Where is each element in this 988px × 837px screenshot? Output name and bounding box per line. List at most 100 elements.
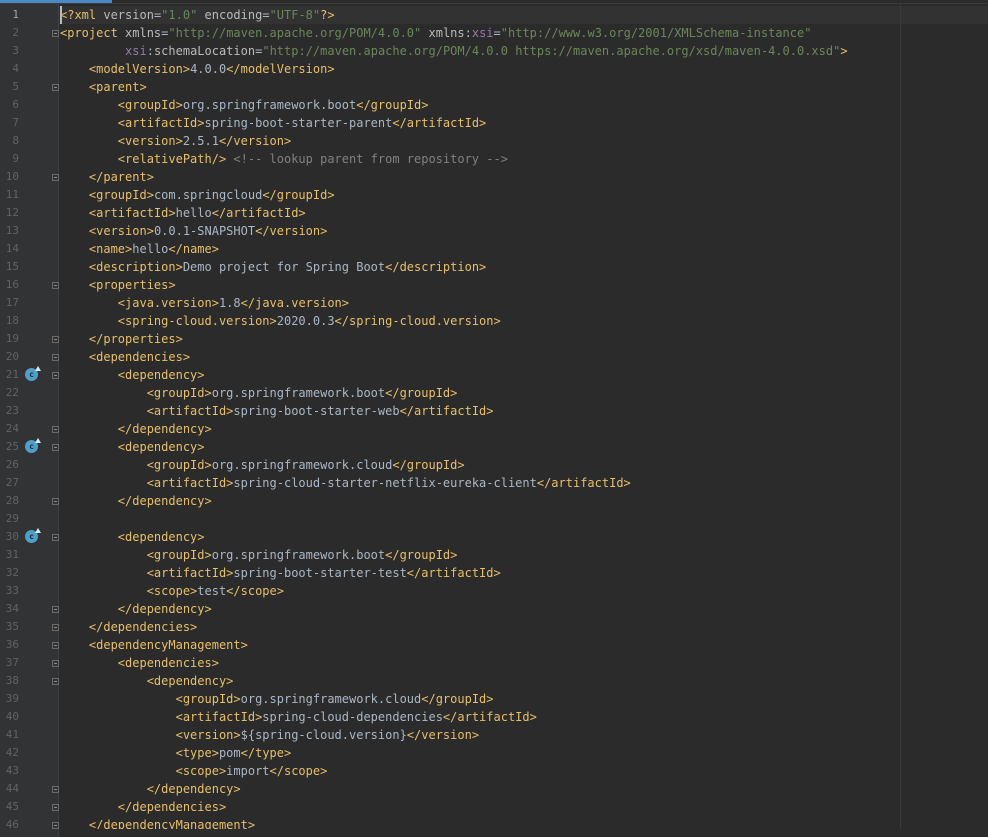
code-line[interactable]: <dependency> — [60, 366, 205, 384]
code-line[interactable]: <dependencyManagement> — [60, 636, 248, 654]
code-token-str: "http://www.w3.org/2001/XMLSchema-instan… — [500, 26, 812, 40]
line-number: 25 — [5, 440, 19, 453]
code-line[interactable]: <description>Demo project for Spring Boo… — [60, 258, 486, 276]
code-line[interactable]: <artifactId>spring-boot-starter-test</ar… — [60, 564, 501, 582]
code-line[interactable]: <artifactId>spring-cloud-starter-netflix… — [60, 474, 631, 492]
line-number: 6 — [12, 98, 19, 111]
code-line[interactable]: <relativePath/> <!-- lookup parent from … — [60, 150, 508, 168]
fold-toggle-icon[interactable] — [52, 786, 59, 793]
code-line[interactable]: <type>pom</type> — [60, 744, 292, 762]
fold-toggle-icon[interactable] — [52, 174, 59, 181]
code-line[interactable]: <?xml version="1.0" encoding="UTF-8"?> — [60, 6, 335, 24]
code-line[interactable]: </dependencies> — [60, 798, 226, 816]
fold-toggle-icon[interactable] — [52, 30, 59, 37]
line-number: 34 — [5, 602, 19, 615]
code-line[interactable]: <scope>import</scope> — [60, 762, 328, 780]
code-line[interactable]: <name>hello</name> — [60, 240, 219, 258]
code-token-tag: </dependencies> — [117, 800, 227, 814]
code-token-tag: </scope> — [269, 764, 328, 778]
code-line[interactable]: <version>2.5.1</version> — [60, 132, 291, 150]
line-number: 24 — [5, 422, 19, 435]
code-line[interactable]: <spring-cloud.version>2020.0.3</spring-c… — [60, 312, 501, 330]
fold-toggle-icon[interactable] — [52, 444, 59, 451]
code-line[interactable]: <java.version>1.8</java.version> — [60, 294, 349, 312]
code-line[interactable]: <dependency> — [60, 528, 205, 546]
code-line[interactable]: <scope>test</scope> — [60, 582, 284, 600]
fold-toggle-icon[interactable] — [52, 84, 59, 91]
code-token-tag: </version> — [218, 134, 292, 148]
code-line[interactable]: <modelVersion>4.0.0</modelVersion> — [60, 60, 335, 78]
fold-toggle-icon[interactable] — [52, 678, 59, 685]
fold-toggle-icon[interactable] — [52, 660, 59, 667]
code-token-tag: <dependencies> — [88, 350, 191, 364]
code-line[interactable]: <parent> — [60, 78, 147, 96]
maven-dependency-update-icon[interactable]: c — [25, 528, 41, 543]
maven-dependency-update-icon[interactable]: c — [25, 366, 41, 381]
code-line[interactable]: <groupId>org.springframework.boot</group… — [60, 546, 458, 564]
code-line[interactable]: <artifactId>spring-boot-starter-parent</… — [60, 114, 486, 132]
fold-toggle-icon[interactable] — [52, 354, 59, 361]
code-line[interactable]: <dependency> — [60, 672, 234, 690]
code-line[interactable]: <version>${spring-cloud.version}</versio… — [60, 726, 479, 744]
fold-toggle-icon[interactable] — [52, 624, 59, 631]
line-number: 30 — [5, 530, 19, 543]
horizontal-scrollbar[interactable] — [59, 829, 988, 837]
fold-toggle-icon[interactable] — [52, 336, 59, 343]
code-token-tag: <modelVersion> — [88, 62, 191, 76]
code-line[interactable]: <groupId>org.springframework.boot</group… — [60, 96, 429, 114]
code-line[interactable]: <dependencies> — [60, 654, 219, 672]
fold-toggle-icon[interactable] — [52, 534, 59, 541]
code-line[interactable]: <artifactId>spring-boot-starter-web</art… — [60, 402, 494, 420]
code-token-tag: <version> — [117, 134, 183, 148]
line-number: 35 — [5, 620, 19, 633]
line-number: 37 — [5, 656, 19, 669]
line-number: 38 — [5, 674, 19, 687]
code-line[interactable]: xsi:schemaLocation="http://maven.apache.… — [60, 42, 848, 60]
code-line[interactable]: <artifactId>hello</artifactId> — [60, 204, 306, 222]
code-line[interactable]: <version>0.0.1-SNAPSHOT</version> — [60, 222, 327, 240]
code-line[interactable]: <project xmlns = "http://maven.apache.org/… — [60, 24, 811, 42]
fold-toggle-icon[interactable] — [52, 642, 59, 649]
code-token-tag: <parent> — [88, 80, 147, 94]
code-line[interactable]: <groupId>org.springframework.cloud</grou… — [60, 690, 494, 708]
code-line[interactable]: </properties> — [60, 330, 183, 348]
code-line[interactable]: <groupId>org.springframework.boot</group… — [60, 384, 458, 402]
fold-toggle-icon[interactable] — [52, 282, 59, 289]
code-line[interactable]: </dependency> — [60, 780, 241, 798]
code-line[interactable]: <dependency> — [60, 438, 205, 456]
code-line[interactable]: </parent> — [60, 168, 154, 186]
code-editor[interactable]: <?xml version="1.0" encoding="UTF-8"?> <p… — [0, 0, 988, 837]
code-line[interactable]: </dependency> — [60, 492, 212, 510]
code-line[interactable]: <properties> — [60, 276, 176, 294]
code-line[interactable]: </dependency> — [60, 600, 212, 618]
code-token-tag: </name> — [168, 242, 219, 256]
code-line[interactable]: <groupId>com.springcloud</groupId> — [60, 186, 335, 204]
code-token-tag: <groupId> — [146, 458, 212, 472]
code-token-tag: <artifactId> — [88, 206, 176, 220]
fold-toggle-icon[interactable] — [52, 606, 59, 613]
code-line[interactable]: <dependencies> — [60, 348, 190, 366]
code-token-tag: <?xml — [60, 8, 104, 22]
fold-toggle-icon[interactable] — [52, 426, 59, 433]
fold-toggle-icon[interactable] — [52, 822, 59, 829]
code-line[interactable]: </dependency> — [60, 420, 212, 438]
code-token-tag: <relativePath/> — [117, 152, 227, 166]
fold-toggle-icon[interactable] — [52, 498, 59, 505]
code-token-txt: Demo project for Spring Boot — [182, 260, 386, 274]
text-caret — [60, 6, 62, 24]
fold-toggle-icon[interactable] — [52, 372, 59, 379]
code-token-tag: <dependency> — [117, 440, 205, 454]
code-line[interactable]: <artifactId>spring-cloud-dependencies</a… — [60, 708, 537, 726]
maven-dependency-update-icon[interactable]: c — [25, 438, 41, 453]
editor-top-border — [0, 3, 988, 4]
fold-toggle-icon[interactable] — [52, 804, 59, 811]
code-line[interactable]: </dependencies> — [60, 618, 197, 636]
code-line[interactable]: <groupId>org.springframework.cloud</grou… — [60, 456, 465, 474]
